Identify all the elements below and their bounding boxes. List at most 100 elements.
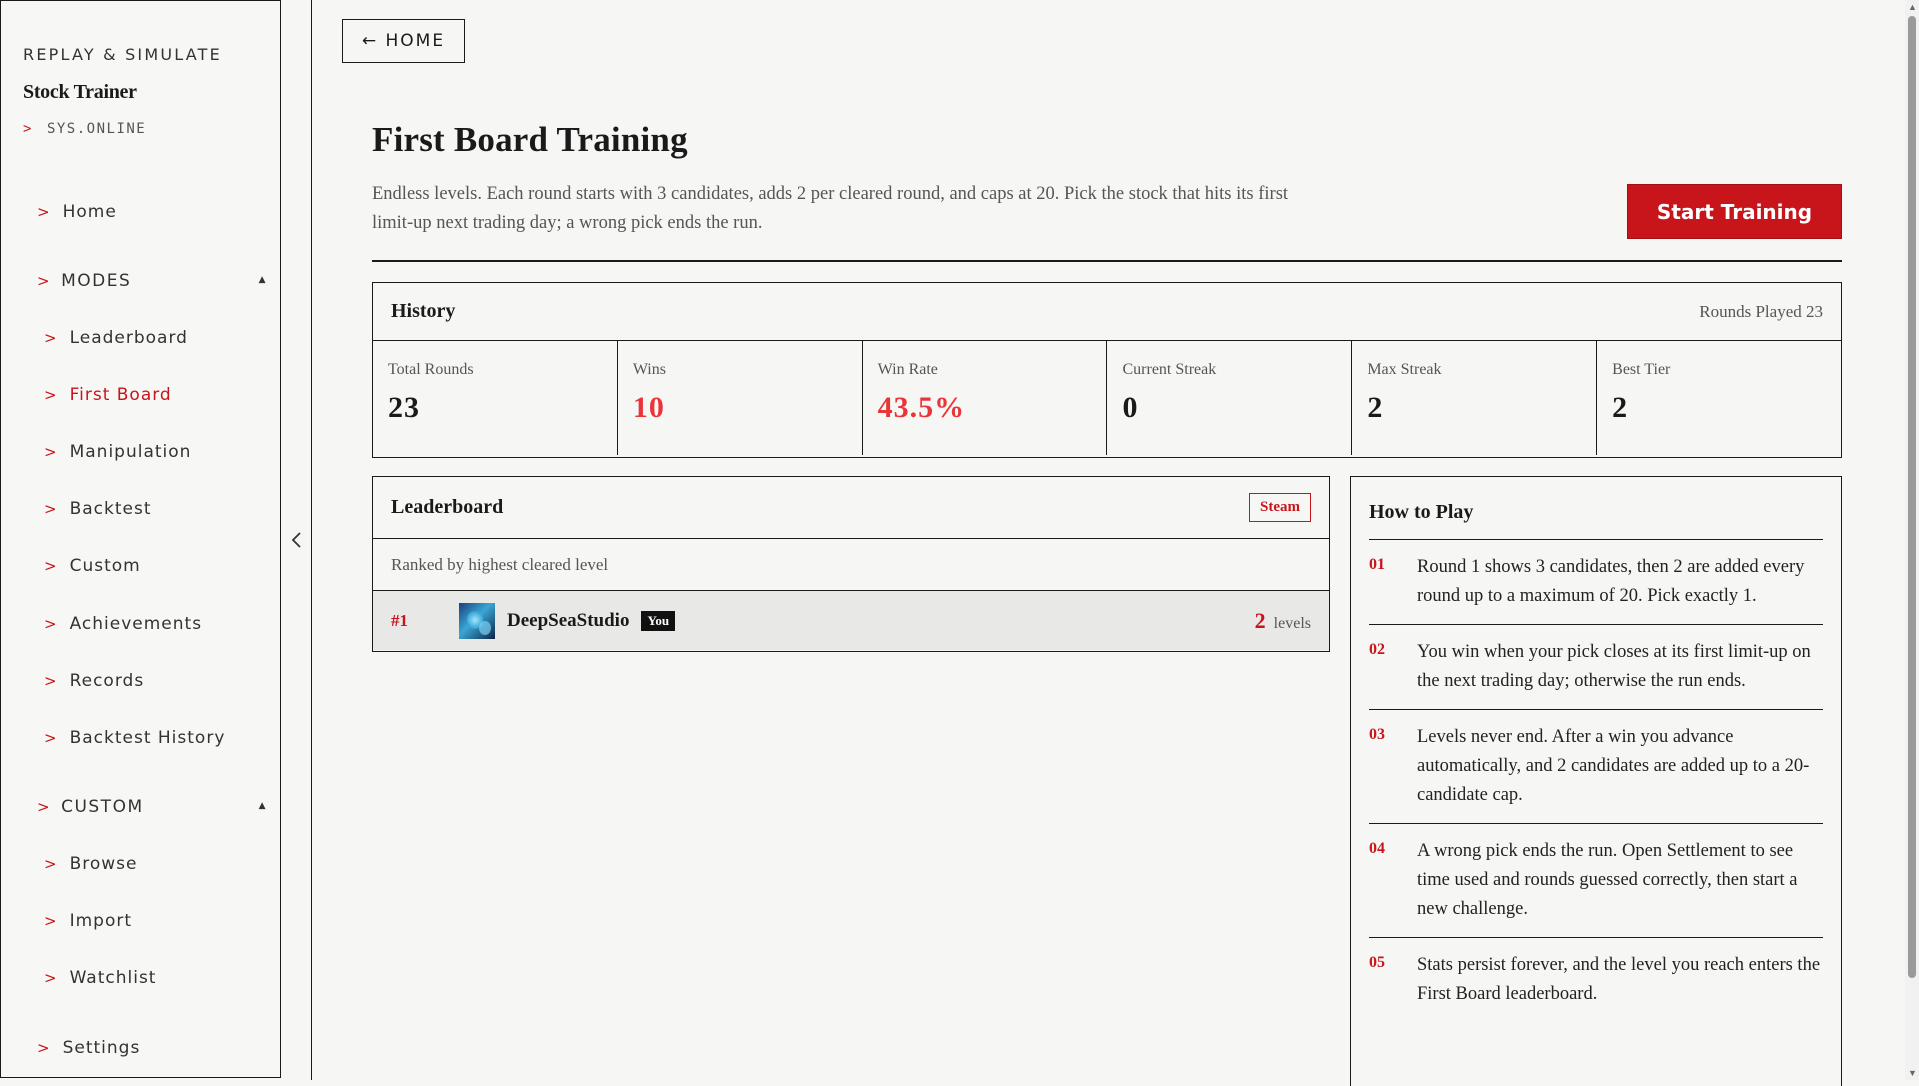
section-label: CUSTOM — [61, 797, 144, 817]
how-to-play-title: How to Play — [1369, 477, 1823, 540]
steam-badge[interactable]: Steam — [1249, 493, 1311, 522]
sidebar-item-leaderboard[interactable]: > Leaderboard — [44, 328, 188, 348]
sidebar-item-label: Import — [69, 911, 132, 931]
sidebar-item-label: Watchlist — [69, 968, 157, 988]
sidebar-item-label: Home — [62, 202, 117, 222]
sidebar-item-label: Records — [69, 671, 145, 691]
history-title: History — [391, 300, 456, 322]
stat-max-streak: Max Streak 2 — [1352, 341, 1598, 455]
player-name: DeepSeaStudio — [507, 609, 630, 631]
sidebar-item-watchlist[interactable]: > Watchlist — [44, 968, 156, 988]
sidebar-item-records[interactable]: > Records — [44, 671, 144, 691]
home-button[interactable]: ← HOME — [342, 19, 465, 63]
player-score: 2 levels — [1255, 608, 1311, 634]
scroll-up-icon[interactable]: ▲ — [1908, 2, 1917, 12]
sidebar-kicker: REPLAY & SIMULATE — [23, 45, 222, 64]
sidebar-item-browse[interactable]: > Browse — [44, 854, 137, 874]
scrollbar[interactable]: ▲ ▼ — [1905, 0, 1919, 1080]
sidebar-item-achievements[interactable]: > Achievements — [44, 614, 202, 634]
caret-icon: > — [44, 729, 58, 747]
score-value: 2 — [1254, 607, 1266, 633]
history-stats: Total Rounds 23 Wins 10 Win Rate 43.5% C… — [373, 341, 1841, 455]
stat-value: 2 — [1367, 391, 1384, 424]
sidebar-divider — [311, 0, 312, 1080]
caret-icon: > — [37, 798, 52, 816]
start-training-button[interactable]: Start Training — [1627, 184, 1842, 239]
caret-icon: > — [37, 272, 52, 290]
stat-label: Win Rate — [877, 361, 938, 378]
stat-label: Current Streak — [1122, 361, 1217, 378]
leaderboard-panel: Leaderboard Steam Ranked by highest clea… — [372, 476, 1330, 652]
caret-icon: > — [44, 615, 58, 633]
sidebar-item-label: First Board — [69, 385, 172, 405]
step-text: Levels never end. After a win you advanc… — [1417, 727, 1810, 805]
sidebar-item-manipulation[interactable]: > Manipulation — [44, 442, 191, 462]
triangle-up-icon: ▲ — [258, 275, 267, 285]
page-description: Endless levels. Each round starts with 3… — [372, 184, 1289, 233]
sidebar-item-label: Backtest — [69, 499, 152, 519]
caret-icon: > — [44, 386, 58, 404]
caret-icon: > — [44, 672, 58, 690]
chevron-left-icon — [291, 532, 301, 548]
collapse-sidebar-button[interactable] — [290, 530, 304, 550]
stat-label: Max Streak — [1367, 361, 1442, 378]
step-number: 02 — [1369, 641, 1385, 658]
step-text: You win when your pick closes at its fir… — [1417, 642, 1811, 691]
sidebar-item-import[interactable]: > Import — [44, 911, 132, 931]
caret-icon: > — [44, 912, 58, 930]
sidebar-item-settings[interactable]: > Settings — [37, 1038, 140, 1058]
sidebar-item-label: Browse — [69, 854, 138, 874]
status-text: SYS.ONLINE — [46, 121, 147, 137]
stat-value: 23 — [388, 391, 420, 424]
caret-icon: > — [44, 969, 58, 987]
scroll-down-icon[interactable]: ▼ — [1908, 1068, 1917, 1078]
caret-icon: > — [44, 329, 58, 347]
stat-wins: Wins 10 — [618, 341, 863, 455]
stat-label: Wins — [632, 361, 666, 378]
howto-step: 01 Round 1 shows 3 candidates, then 2 ar… — [1369, 540, 1823, 625]
app-brand: Stock Trainer — [23, 81, 137, 103]
step-text: Round 1 shows 3 candidates, then 2 are a… — [1417, 557, 1805, 606]
howto-step: 02 You win when your pick closes at its … — [1369, 625, 1823, 710]
sidebar-section-modes[interactable]: > MODES ▲ — [37, 271, 267, 291]
section-label: MODES — [61, 271, 132, 291]
sidebar-item-label: Leaderboard — [69, 328, 188, 348]
leaderboard-subtitle: Ranked by highest cleared level — [373, 539, 1329, 591]
stat-value: 10 — [632, 391, 665, 424]
triangle-up-icon: ▲ — [258, 801, 267, 811]
sidebar-item-label: Settings — [62, 1038, 141, 1058]
sidebar-item-first-board[interactable]: > First Board — [44, 385, 172, 405]
sidebar-item-backtest-history[interactable]: > Backtest History — [44, 728, 225, 748]
caret-icon: > — [44, 557, 58, 575]
you-badge: You — [641, 610, 676, 631]
leaderboard-row[interactable]: #1 DeepSeaStudio You 2 levels — [373, 591, 1329, 650]
sidebar-section-custom[interactable]: > CUSTOM ▲ — [37, 797, 267, 817]
score-unit: levels — [1273, 614, 1311, 632]
step-number: 05 — [1369, 954, 1385, 971]
stat-label: Total Rounds — [388, 361, 474, 378]
step-number: 01 — [1369, 556, 1385, 573]
page-title: First Board Training — [372, 120, 688, 159]
stat-value: 43.5% — [877, 391, 966, 424]
step-number: 04 — [1369, 840, 1385, 857]
caret-icon: > — [44, 855, 58, 873]
stat-win-rate: Win Rate 43.5% — [863, 341, 1108, 455]
stat-total-rounds: Total Rounds 23 — [373, 341, 618, 455]
caret-icon: > — [37, 1039, 51, 1057]
howto-step: 04 A wrong pick ends the run. Open Settl… — [1369, 824, 1823, 938]
sidebar-item-custom[interactable]: > Custom — [44, 556, 141, 576]
sidebar-item-home[interactable]: > Home — [37, 202, 117, 222]
history-header: History Rounds Played 23 — [373, 283, 1841, 341]
step-number: 03 — [1369, 726, 1385, 743]
sidebar-item-backtest[interactable]: > Backtest — [44, 499, 152, 519]
sidebar-item-label: Manipulation — [69, 442, 192, 462]
sidebar-item-label: Backtest History — [69, 728, 226, 748]
status-caret: > — [23, 121, 33, 137]
step-text: A wrong pick ends the run. Open Settleme… — [1417, 841, 1798, 919]
scrollbar-thumb[interactable] — [1908, 16, 1916, 978]
leaderboard-title: Leaderboard — [391, 496, 504, 518]
caret-icon: > — [37, 203, 51, 221]
divider — [372, 260, 1842, 262]
avatar — [459, 602, 495, 639]
leaderboard-header: Leaderboard Steam — [373, 477, 1329, 539]
